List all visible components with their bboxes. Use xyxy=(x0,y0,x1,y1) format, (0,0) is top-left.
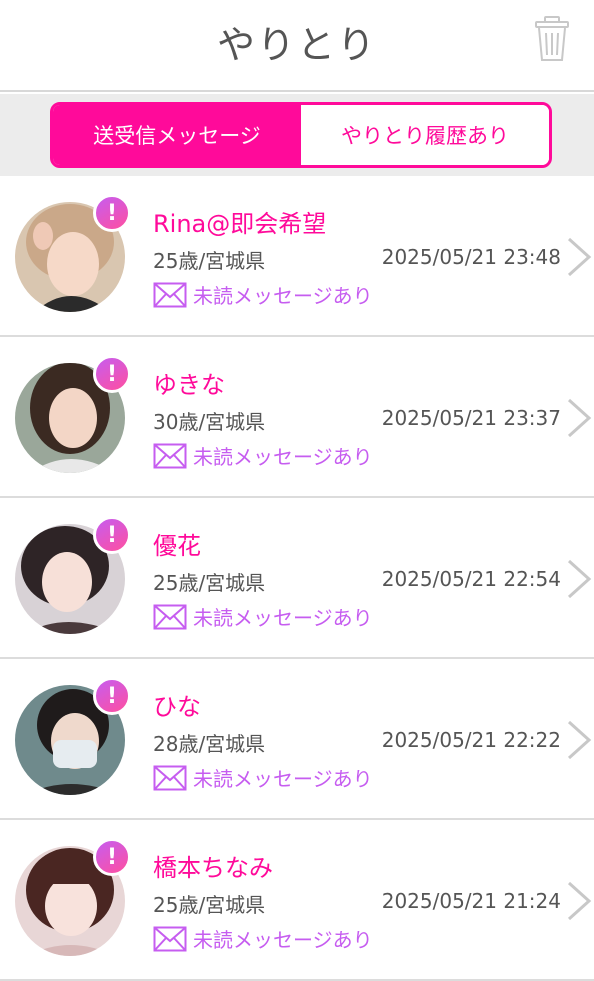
age-location: 28歳/宮城県 xyxy=(153,732,266,756)
age-location: 25歳/宮城県 xyxy=(153,571,266,595)
tab-history[interactable]: やりとり履歴あり xyxy=(301,105,549,165)
mail-icon xyxy=(153,765,187,790)
chevron-right-icon xyxy=(567,881,592,921)
status-text: 未読メッセージあり xyxy=(193,928,373,952)
mail-icon xyxy=(153,926,187,951)
chevron-right-icon xyxy=(567,237,592,277)
conversation-list: ! Rina@即会希望 25歳/宮城県 2025/05/21 23:48 未読メ… xyxy=(0,176,594,981)
app-header: やりとり xyxy=(0,0,594,92)
conversation-row[interactable]: ! ひな 28歳/宮城県 2025/05/21 22:22 未読メッセージあり xyxy=(0,659,594,820)
mail-icon xyxy=(153,282,187,307)
user-name: ゆきな xyxy=(153,371,225,399)
tab-messages[interactable]: 送受信メッセージ xyxy=(53,105,301,165)
alert-badge-icon: ! xyxy=(93,516,131,554)
status-text: 未読メッセージあり xyxy=(193,606,373,630)
age-location: 30歳/宮城県 xyxy=(153,410,266,434)
tab-bar: 送受信メッセージ やりとり履歴あり xyxy=(0,94,594,176)
timestamp: 2025/05/21 21:24 xyxy=(381,889,561,913)
mail-icon xyxy=(153,443,187,468)
chevron-right-icon xyxy=(567,559,592,599)
segmented-tabs: 送受信メッセージ やりとり履歴あり xyxy=(50,102,552,168)
timestamp: 2025/05/21 22:22 xyxy=(381,728,561,752)
unread-status: 未読メッセージあり xyxy=(153,280,373,309)
timestamp: 2025/05/21 22:54 xyxy=(381,567,561,591)
page-title: やりとり xyxy=(216,23,377,67)
conversation-row[interactable]: ! ゆきな 30歳/宮城県 2025/05/21 23:37 未読メッセージあり xyxy=(0,337,594,498)
user-name: 優花 xyxy=(153,532,201,560)
chevron-right-icon xyxy=(567,398,592,438)
conversation-row[interactable]: ! Rina@即会希望 25歳/宮城県 2025/05/21 23:48 未読メ… xyxy=(0,176,594,337)
status-text: 未読メッセージあり xyxy=(193,445,373,469)
alert-badge-icon: ! xyxy=(93,194,131,232)
timestamp: 2025/05/21 23:37 xyxy=(381,406,561,430)
status-text: 未読メッセージあり xyxy=(193,284,373,308)
unread-status: 未読メッセージあり xyxy=(153,602,373,631)
unread-status: 未読メッセージあり xyxy=(153,924,373,953)
chevron-right-icon xyxy=(567,720,592,760)
trash-icon[interactable] xyxy=(534,16,570,62)
mail-icon xyxy=(153,604,187,629)
age-location: 25歳/宮城県 xyxy=(153,249,266,273)
unread-status: 未読メッセージあり xyxy=(153,441,373,470)
timestamp: 2025/05/21 23:48 xyxy=(381,245,561,269)
alert-badge-icon: ! xyxy=(93,355,131,393)
conversation-row[interactable]: ! 橋本ちなみ 25歳/宮城県 2025/05/21 21:24 未読メッセージ… xyxy=(0,820,594,981)
conversation-row[interactable]: ! 優花 25歳/宮城県 2025/05/21 22:54 未読メッセージあり xyxy=(0,498,594,659)
status-text: 未読メッセージあり xyxy=(193,767,373,791)
age-location: 25歳/宮城県 xyxy=(153,893,266,917)
user-name: 橋本ちなみ xyxy=(153,854,273,882)
alert-badge-icon: ! xyxy=(93,677,131,715)
unread-status: 未読メッセージあり xyxy=(153,763,373,792)
user-name: ひな xyxy=(153,693,201,721)
user-name: Rina@即会希望 xyxy=(153,210,327,238)
alert-badge-icon: ! xyxy=(93,838,131,876)
